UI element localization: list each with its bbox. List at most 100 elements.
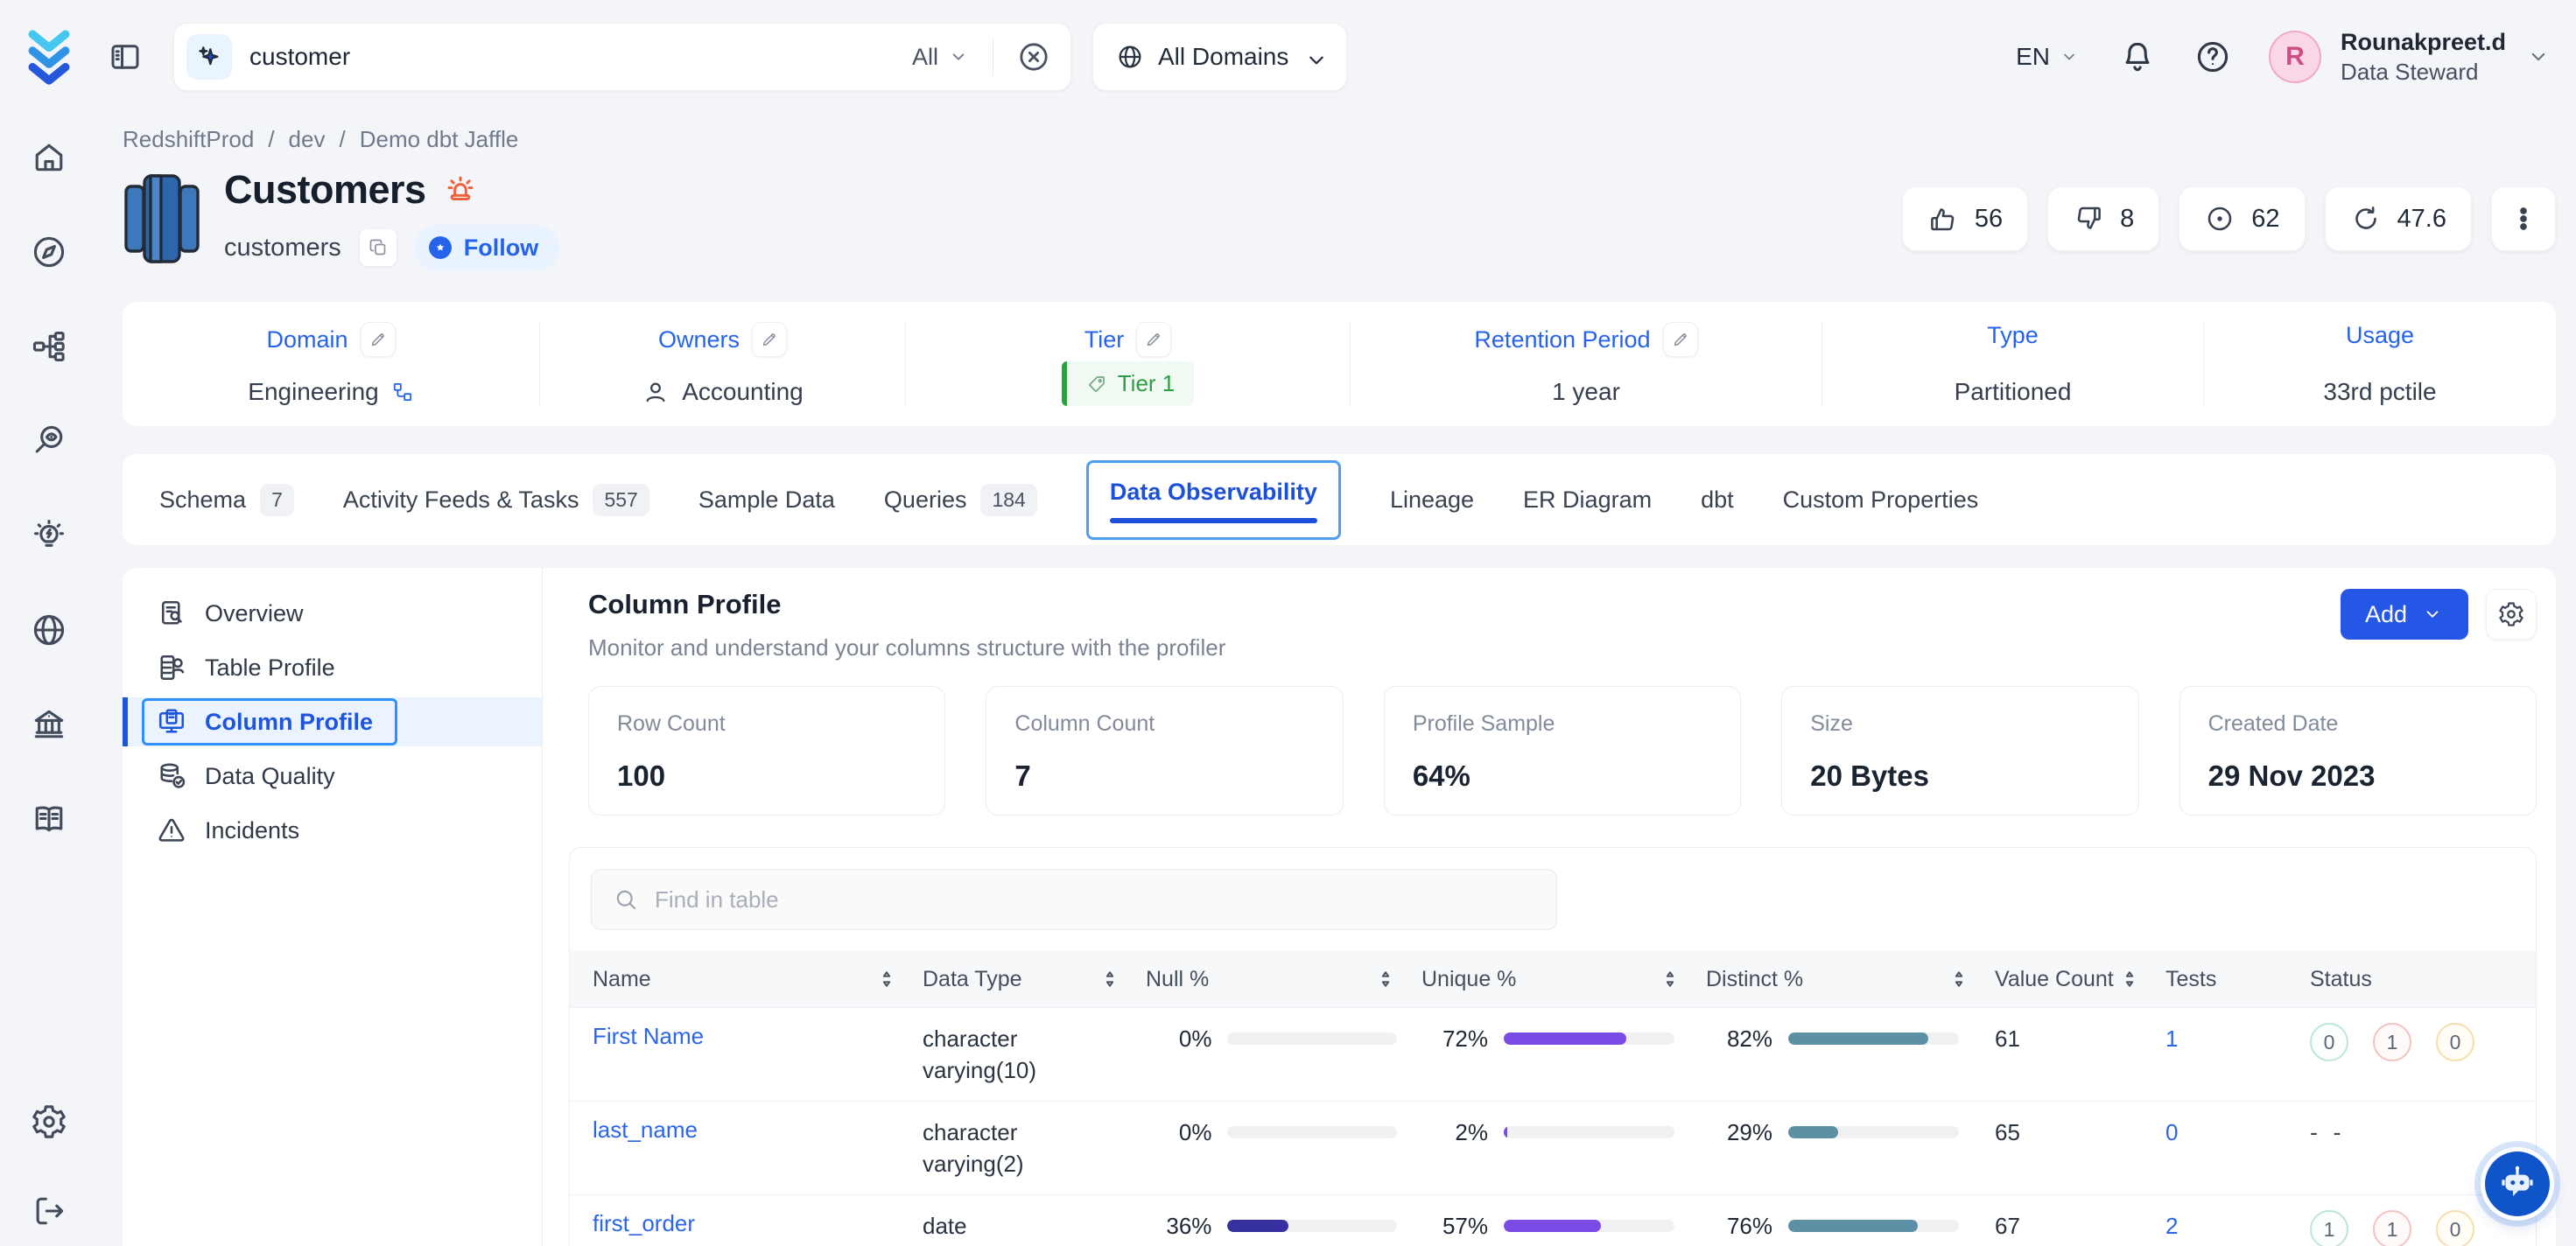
table-body: First Namecharacter varying(10)0%72%82%6… [570, 1007, 2536, 1246]
domain-link-icon[interactable] [391, 381, 414, 403]
sidebar-item-governance-icon[interactable] [30, 705, 68, 744]
sort-icon[interactable] [2118, 968, 2141, 990]
sort-icon[interactable] [1098, 968, 1121, 990]
settings-gear-button[interactable] [2486, 589, 2537, 640]
sidebar-item-web-icon[interactable] [30, 611, 68, 649]
more-actions-button[interactable] [2491, 186, 2556, 251]
user-avatar[interactable]: R [2269, 31, 2321, 83]
column-name-link[interactable]: First Name [593, 1023, 704, 1049]
sidebar-item-settings-icon[interactable] [30, 1102, 68, 1141]
find-in-table[interactable] [591, 869, 1557, 930]
subnav-item-column-profile[interactable]: Column Profile [123, 697, 542, 746]
subnav-item-data-quality[interactable]: Data Quality [123, 752, 542, 801]
tab-data-observability[interactable]: Data Observability [1086, 460, 1341, 540]
edit-pencil-icon[interactable] [1136, 322, 1171, 357]
metadata-value: 1 year [1552, 378, 1620, 406]
column-header-distinct[interactable]: Distinct % [1706, 967, 1995, 992]
thumbs-down-button[interactable]: 8 [2047, 186, 2159, 251]
tab-queries[interactable]: Queries184 [884, 484, 1037, 516]
column-header-name[interactable]: Name [570, 967, 923, 992]
metadata-label[interactable]: Domain [266, 326, 347, 354]
help-icon[interactable] [2193, 38, 2232, 76]
tests-link[interactable]: 1 [2165, 1026, 2178, 1053]
sidebar-toggle-icon[interactable] [107, 38, 144, 75]
tab-sample-data[interactable]: Sample Data [698, 486, 835, 514]
subnav-item-label: Table Profile [205, 654, 335, 682]
sidebar-item-home-icon[interactable] [30, 138, 68, 177]
tab-er-diagram[interactable]: ER Diagram [1523, 486, 1652, 514]
copy-name-button[interactable] [359, 228, 397, 267]
subnav-item-overview[interactable]: Overview [123, 589, 542, 638]
sidebar-item-observability-icon[interactable] [30, 422, 68, 460]
warn-icon [156, 815, 187, 846]
sort-icon[interactable] [1374, 968, 1397, 990]
cell-tests: 0 [2165, 1116, 2310, 1148]
metadata-retention-period: Retention Period 1 year [1351, 322, 1822, 406]
edit-pencil-icon[interactable] [1663, 322, 1698, 357]
refresh-button[interactable]: 47.6 [2325, 186, 2472, 251]
all-domains-button[interactable]: All Domains [1092, 23, 1347, 91]
column-header-data-type[interactable]: Data Type [923, 967, 1146, 992]
sort-icon[interactable] [875, 968, 898, 990]
tier-badge[interactable]: Tier 1 [1062, 361, 1195, 406]
sidebar-item-lineage-icon[interactable] [30, 327, 68, 366]
column-name-link[interactable]: first_order [593, 1210, 695, 1236]
sidebar-item-glossary-icon[interactable] [30, 800, 68, 838]
tab-activity-feeds-tasks[interactable]: Activity Feeds & Tasks557 [343, 484, 649, 516]
search-scope-dropdown[interactable]: All [912, 44, 970, 71]
search-input[interactable] [249, 43, 895, 71]
alert-siren-icon[interactable] [444, 173, 477, 206]
ai-sparkle-icon[interactable] [186, 34, 232, 80]
app-logo[interactable] [23, 27, 75, 87]
column-header-value-count[interactable]: Value Count [1995, 967, 2165, 992]
metadata-label[interactable]: Owners [658, 326, 740, 354]
metadata-value: Partitioned [1955, 378, 2072, 406]
edit-pencil-icon[interactable] [752, 322, 787, 357]
breadcrumb-item[interactable]: dev [289, 126, 326, 153]
sort-icon[interactable] [1659, 968, 1681, 990]
column-header-unique[interactable]: Unique % [1421, 967, 1706, 992]
user-name: Rounakpreet.d [2341, 27, 2506, 58]
tab-dbt[interactable]: dbt [1701, 486, 1734, 514]
add-button[interactable]: Add [2341, 589, 2468, 640]
chatbot-button[interactable] [2485, 1152, 2550, 1216]
global-search-bar[interactable]: All [173, 23, 1071, 91]
tests-link[interactable]: 0 [2165, 1119, 2178, 1146]
follow-button[interactable]: Follow [415, 225, 559, 270]
user-menu-chevron-icon[interactable] [2525, 44, 2551, 70]
subnav-item-table-profile[interactable]: Table Profile [123, 643, 542, 692]
subnav-item-incidents[interactable]: Incidents [123, 806, 542, 855]
sidebar-item-discover-icon[interactable] [30, 233, 68, 271]
user-info[interactable]: Rounakpreet.d Data Steward [2341, 27, 2506, 88]
sidebar-item-insights-icon[interactable] [30, 516, 68, 555]
cell-name: last_name [570, 1116, 923, 1144]
sidebar-item-logout-icon[interactable] [30, 1192, 68, 1230]
active-tab-underline [1110, 518, 1317, 523]
metadata-label[interactable]: Usage [2346, 322, 2414, 349]
edit-pencil-icon[interactable] [361, 322, 396, 357]
clear-search-icon[interactable] [1016, 39, 1051, 74]
metadata-label[interactable]: Tier [1084, 326, 1125, 354]
unique-bar [1504, 1220, 1674, 1232]
summary-card-column-count: Column Count7 [986, 686, 1343, 816]
metadata-value: Tier 1 [1062, 361, 1195, 406]
breadcrumb-item[interactable]: Demo dbt Jaffle [360, 126, 519, 153]
unique-percent: 72% [1421, 1026, 1488, 1053]
metadata-label[interactable]: Type [1987, 322, 2039, 349]
language-selector[interactable]: EN [2016, 43, 2080, 71]
tab-custom-properties[interactable]: Custom Properties [1783, 486, 1979, 514]
notifications-bell-icon[interactable] [2118, 38, 2157, 76]
breadcrumb-item[interactable]: RedshiftProd [123, 126, 254, 153]
column-header-null[interactable]: Null % [1146, 967, 1421, 992]
sort-icon[interactable] [1948, 968, 1970, 990]
tests-link[interactable]: 2 [2165, 1213, 2178, 1240]
tab-schema[interactable]: Schema7 [159, 484, 294, 516]
tableuser-icon [156, 652, 187, 683]
thumbs-up-button[interactable]: 56 [1902, 186, 2028, 251]
tab-lineage[interactable]: Lineage [1390, 486, 1474, 514]
column-name-link[interactable]: last_name [593, 1116, 698, 1143]
find-in-table-input[interactable] [655, 886, 1535, 914]
target-button[interactable]: 62 [2179, 186, 2305, 251]
metadata-label[interactable]: Retention Period [1474, 326, 1650, 354]
table-row: last_namecharacter varying(2)0%2%29%650-… [570, 1101, 2536, 1194]
